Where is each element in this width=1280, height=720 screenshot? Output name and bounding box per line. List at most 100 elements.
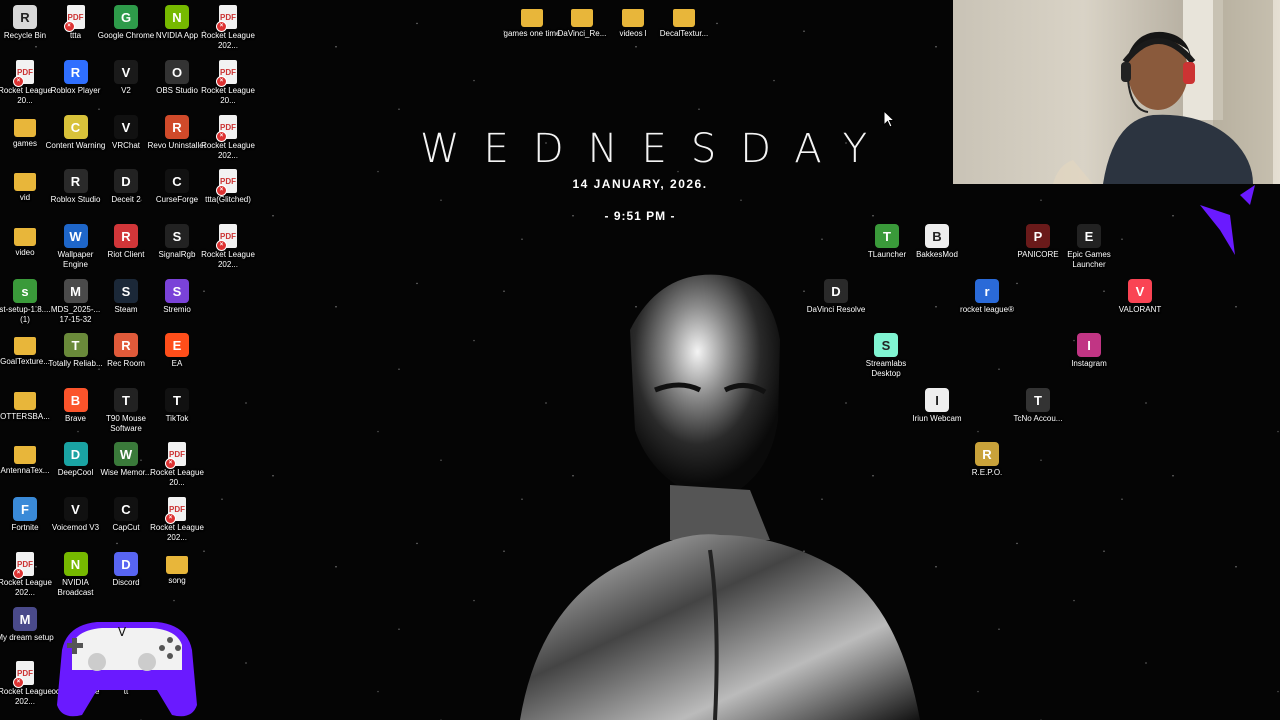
- desktop-icon-label: Iriun Webcam: [912, 414, 962, 423]
- desktop-icon-label: TcNo Accou...: [1013, 414, 1063, 423]
- obs-icon: O: [165, 60, 189, 84]
- desktop-icon[interactable]: R R.E.P.O.: [957, 442, 1017, 478]
- desktop-icon-label: Rocket League 202...: [201, 31, 255, 50]
- desktop-icon[interactable]: V VALORANT: [1110, 279, 1170, 315]
- error-badge-icon: ×: [165, 458, 176, 469]
- desktop-icon[interactable]: DecalTextur...: [654, 5, 714, 39]
- desktop-icon-label: TikTok: [165, 414, 189, 423]
- desktop-icon-label: EA: [171, 359, 183, 368]
- iriun-webcam-icon: I: [925, 388, 949, 412]
- folder-icon: [14, 119, 36, 137]
- desktop-icon[interactable]: r rocket league®: [957, 279, 1017, 315]
- desktop-icon-label: Epic Games Launcher: [1067, 250, 1111, 269]
- desktop-icon[interactable]: PDF × ttta(Glitched): [198, 169, 258, 205]
- roblox-studio-icon: R: [63, 169, 88, 193]
- tlauncher-icon: T: [875, 224, 899, 248]
- desktop-icon-label: BakkesMod: [916, 250, 958, 259]
- desktop-icon-label: Rocket League 202...: [150, 523, 204, 542]
- desktop-icon[interactable]: I Instagram: [1059, 333, 1119, 369]
- wallpaper-engine-icon: W: [63, 224, 88, 248]
- wise-memory-icon: W: [114, 442, 138, 466]
- pdf-document-icon: PDF×: [13, 60, 34, 87]
- desktop-icon-label: VALORANT: [1118, 305, 1162, 314]
- error-badge-icon: ×: [13, 568, 24, 579]
- desktop-icon[interactable]: T TcNo Accou...: [1008, 388, 1068, 424]
- instagram-icon: I: [1077, 333, 1101, 357]
- desktop-icon-label: DaVinci Resolve: [806, 305, 866, 314]
- desktop-icon[interactable]: PDF × Rocket League 20...: [198, 60, 258, 106]
- desktop-icon[interactable]: S Stremio: [147, 279, 207, 315]
- roblox-icon: R: [63, 60, 88, 84]
- error-badge-icon: ×: [216, 240, 227, 251]
- desktop-icon-label: Streamlabs Desktop: [865, 359, 907, 378]
- pdf-document-icon: PDF×: [216, 224, 237, 251]
- pdf-document-icon: PDF×: [63, 5, 85, 32]
- desktop-icon[interactable]: PDF × Rocket League 202...: [198, 5, 258, 51]
- vrchat-icon: V: [114, 115, 138, 139]
- streamlabs-icon: S: [874, 333, 898, 357]
- desktop-icon[interactable]: E Epic Games Launcher: [1059, 224, 1119, 270]
- tiktok-icon: T: [165, 388, 189, 412]
- desktop-icon[interactable]: E EA: [147, 333, 207, 369]
- error-badge-icon: ×: [216, 76, 227, 87]
- desktop-icon-label: ttta(Glitched): [205, 195, 251, 204]
- desktop-icon[interactable]: D DaVinci Resolve: [806, 279, 866, 315]
- folder-icon: [622, 9, 644, 27]
- v2-icon: V: [114, 60, 138, 84]
- ea-icon: E: [165, 333, 189, 357]
- desktop-icon[interactable]: M My dream setup: [0, 607, 55, 643]
- nvidia-broadcast-icon: N: [63, 552, 88, 576]
- content-warning-icon: C: [63, 115, 88, 139]
- error-badge-icon: ×: [216, 21, 227, 32]
- folder-icon: [14, 392, 36, 410]
- brave-icon: B: [63, 388, 88, 412]
- repo-icon: R: [975, 442, 999, 466]
- pdf-document-icon: PDF×: [13, 552, 34, 579]
- folder-icon: [14, 446, 36, 464]
- stremio-icon: S: [165, 279, 189, 303]
- folder-icon: [166, 556, 188, 574]
- desktop-icon[interactable]: T TikTok: [147, 388, 207, 424]
- deceit-icon: D: [114, 169, 138, 193]
- desktop-icon-label: DecalTextur...: [659, 29, 709, 38]
- steam-icon: S: [114, 279, 138, 303]
- desktop-icon[interactable]: PDF × Rocket League 202...: [147, 497, 207, 543]
- folder-icon: [14, 228, 36, 246]
- desktop-icon[interactable]: PDF × Rocket League 202...: [198, 115, 258, 161]
- pdf-document-icon: PDF×: [216, 169, 237, 196]
- controller-overlay: V: [57, 622, 197, 717]
- pdf-document-icon: PDF×: [216, 60, 237, 87]
- curseforge-icon: C: [165, 169, 189, 193]
- desktop-icon[interactable]: PDF × Rocket League 20...: [147, 442, 207, 488]
- error-badge-icon: ×: [13, 76, 24, 87]
- desktop-icon[interactable]: S Streamlabs Desktop: [856, 333, 916, 379]
- folder-icon: [521, 9, 543, 27]
- desktop-icon[interactable]: B BakkesMod: [907, 224, 967, 260]
- fortnite-icon: F: [13, 497, 37, 521]
- error-badge-icon: ×: [165, 513, 176, 524]
- wallpaper-day: WEDNESDAY: [420, 126, 891, 172]
- svg-text:V: V: [118, 625, 127, 639]
- valorant-icon: V: [1128, 279, 1152, 303]
- recycle-bin-icon: R: [13, 5, 37, 29]
- desktop-icon-label: R.E.P.O.: [971, 468, 1003, 477]
- desktop-icon-label: song: [168, 576, 186, 585]
- purple-accent-shape: [1200, 185, 1255, 255]
- mouse-icon: T: [114, 388, 138, 412]
- desktop-icon[interactable]: PDF × Rocket League 202...: [198, 224, 258, 270]
- desktop-icon[interactable]: song: [147, 552, 207, 586]
- desktop-icon[interactable]: I Iriun Webcam: [907, 388, 967, 424]
- pdf-document-icon: PDF×: [216, 115, 237, 142]
- setup-icon: s: [13, 279, 37, 303]
- capcut-icon: C: [114, 497, 138, 521]
- rocket-league-icon: r: [975, 279, 999, 303]
- folder-icon: [14, 173, 36, 191]
- signalrgb-icon: S: [165, 224, 189, 248]
- folder-icon: [14, 337, 36, 355]
- folder-icon: [673, 9, 695, 27]
- panicore-icon: P: [1026, 224, 1050, 248]
- pdf-document-icon: PDF×: [216, 5, 237, 32]
- voicemod-icon: V: [63, 497, 88, 521]
- desktop-icon-label: Rocket League 20...: [201, 86, 255, 105]
- epic-games-icon: E: [1077, 224, 1101, 248]
